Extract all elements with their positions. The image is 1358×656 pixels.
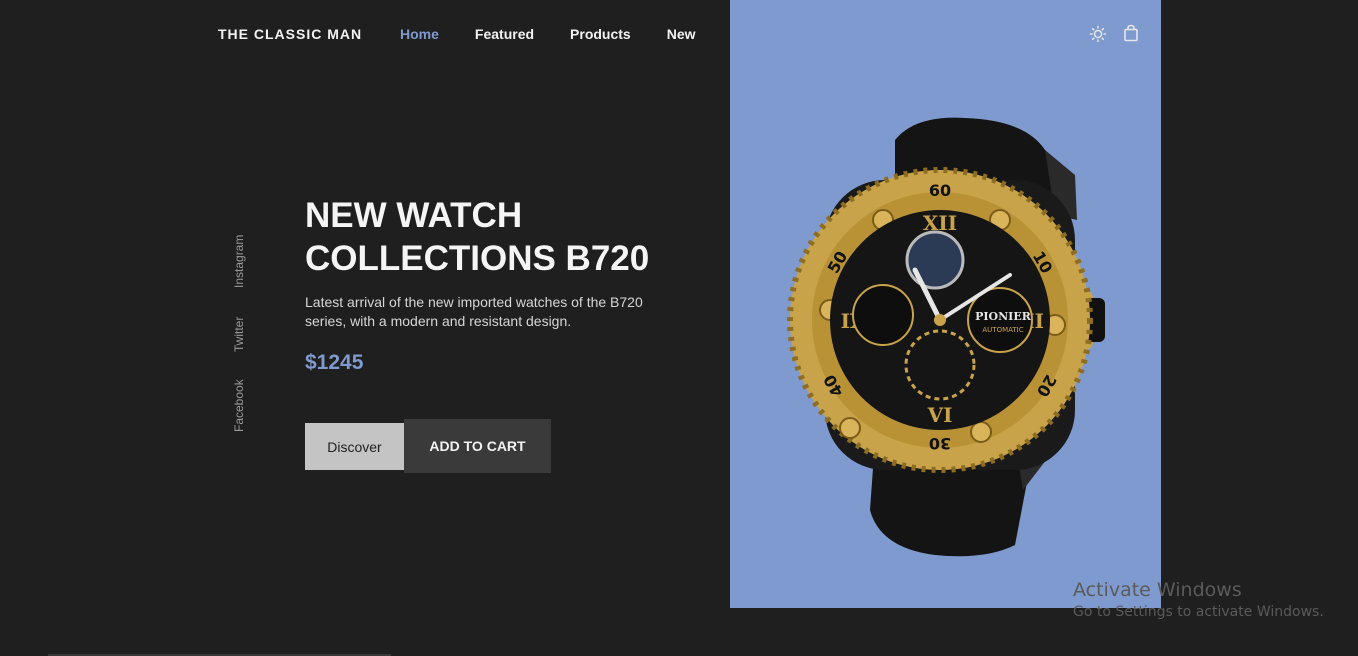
nav-item-products[interactable]: Products bbox=[570, 26, 631, 42]
windows-activation-subtitle: Go to Settings to activate Windows. bbox=[1073, 604, 1324, 620]
social-link-instagram[interactable]: Instagram bbox=[232, 235, 246, 288]
brand-logo[interactable]: THE CLASSIC MAN bbox=[218, 26, 362, 42]
social-link-twitter[interactable]: Twitter bbox=[232, 317, 246, 352]
shopping-bag-icon[interactable] bbox=[1122, 24, 1140, 42]
watch-illustration: 60 10 20 30 40 50 XII VI PIONIER AUTOMAT… bbox=[787, 117, 1105, 557]
main-nav: Home Featured Products New bbox=[400, 26, 732, 42]
hero-description: Latest arrival of the new imported watch… bbox=[305, 294, 643, 329]
svg-text:60: 60 bbox=[929, 181, 951, 200]
theme-toggle-glyph bbox=[1089, 25, 1107, 43]
product-price: $1245 bbox=[305, 351, 364, 374]
social-link-facebook[interactable]: Facebook bbox=[232, 379, 246, 432]
sun-icon[interactable] bbox=[1089, 24, 1107, 43]
watch-sub: AUTOMATIC bbox=[982, 326, 1023, 334]
watch-image: 60 10 20 30 40 50 XII VI PIONIER AUTOMAT… bbox=[785, 110, 1125, 560]
nav-item-home[interactable]: Home bbox=[400, 26, 439, 42]
discover-button[interactable]: Discover bbox=[305, 423, 404, 470]
add-to-cart-button[interactable]: ADD TO CART bbox=[404, 419, 551, 473]
nav-item-featured[interactable]: Featured bbox=[475, 26, 534, 42]
svg-text:30: 30 bbox=[929, 434, 951, 453]
social-links: Instagram Twitter Facebook bbox=[222, 232, 246, 437]
hero-image-panel: 60 10 20 30 40 50 XII VI PIONIER AUTOMAT… bbox=[730, 0, 1161, 608]
svg-text:VI: VI bbox=[927, 403, 953, 427]
hero-title-line2: COLLECTIONS B720 bbox=[305, 239, 650, 278]
nav-item-new[interactable]: New bbox=[667, 26, 696, 42]
page: 60 10 20 30 40 50 XII VI PIONIER AUTOMAT… bbox=[0, 0, 1358, 656]
hero-title: NEW WATCH COLLECTIONS B720 bbox=[305, 194, 725, 280]
hero-title-line1: NEW WATCH bbox=[305, 196, 523, 235]
cart-glyph bbox=[1124, 24, 1138, 42]
watch-brand: PIONIER bbox=[975, 310, 1032, 323]
windows-activation-title: Activate Windows bbox=[1073, 579, 1242, 601]
